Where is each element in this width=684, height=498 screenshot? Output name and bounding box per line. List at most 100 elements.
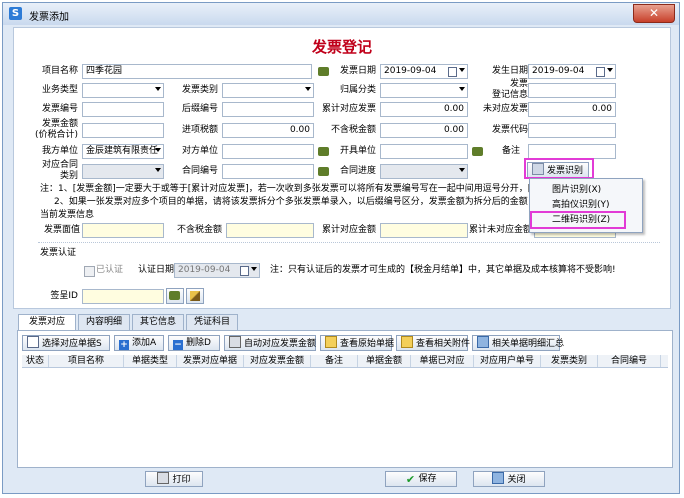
menu-item-scanner-recognize[interactable]: 高拍仪识别(Y) (552, 200, 610, 211)
grid-col-header[interactable]: 状态 (22, 355, 49, 367)
plus-icon: + (119, 340, 129, 350)
sign-id-input[interactable] (82, 289, 164, 304)
sign-id-label: 签呈ID (50, 291, 78, 301)
detail-summary-button[interactable]: 相关单据明细汇总 (472, 335, 564, 351)
issue-date-picker[interactable]: 2019-09-04 (528, 64, 616, 79)
auto-match-button[interactable]: 自动对应发票金额 (224, 335, 316, 351)
folder-icon (325, 336, 337, 348)
contract-no-label: 合同编号 (181, 166, 218, 176)
chevron-down-icon[interactable] (305, 87, 311, 91)
title-bar[interactable]: S 发票添加 ✕ (3, 3, 679, 25)
chevron-down-icon[interactable] (459, 87, 465, 91)
chevron-down-icon[interactable] (155, 148, 161, 152)
flag-icon[interactable] (318, 167, 329, 176)
cert-date-value: 2019-09-04 (178, 265, 231, 275)
chevron-down-icon[interactable] (155, 168, 161, 172)
close-label: 关闭 (507, 475, 526, 485)
view-original-button[interactable]: 查看原始单据 (320, 335, 394, 351)
select-docs-button[interactable]: 选择对应单据S (22, 335, 110, 351)
reg-info-input[interactable] (528, 83, 616, 98)
grid-col-header[interactable]: 发票类别 (541, 355, 598, 367)
amount-label: 发票金额 (价税合计) (34, 119, 78, 140)
save-label: 保存 (418, 474, 437, 484)
menu-item-image-recognize[interactable]: 图片识别(X) (552, 185, 601, 196)
detail-summary-label: 相关单据明细汇总 (492, 339, 565, 349)
contract-progress-select[interactable] (380, 164, 468, 179)
grid-col-header[interactable]: 对应发票金额 (244, 355, 311, 367)
invoice-code-input[interactable] (528, 123, 616, 138)
save-button[interactable]: ✔ 保存 (385, 471, 457, 487)
invoice-category-select[interactable] (222, 83, 314, 98)
grid-col-header[interactable]: 发票对应单据 (177, 355, 244, 367)
belong-category-select[interactable] (380, 83, 468, 98)
flag-icon[interactable] (318, 147, 329, 156)
invoice-category-label: 发票类别 (181, 85, 218, 95)
qrcode-item-highlight (530, 211, 626, 229)
grid-col-header[interactable]: 项目名称 (49, 355, 124, 367)
invoice-add-window: S 发票添加 ✕ 发票登记 项目名称 四季花园 发票日期 2019-09-04 … (2, 2, 680, 494)
invoice-date-value: 2019-09-04 (384, 66, 437, 76)
cum-matched-value: 0.00 (380, 102, 468, 117)
invoice-date-label: 发票日期 (339, 66, 376, 76)
tab-content-detail[interactable]: 内容明细 (78, 314, 130, 330)
face-value-field (82, 223, 164, 238)
amount-input[interactable] (82, 123, 164, 138)
current-info-title: 当前发票信息 (40, 210, 95, 220)
biz-type-select[interactable] (82, 83, 164, 98)
delete-button[interactable]: − 删除D (168, 335, 220, 351)
print-button[interactable]: 打印 (145, 471, 203, 487)
remark-input[interactable] (528, 144, 616, 159)
flag-icon (169, 291, 180, 300)
grid-col-header[interactable]: 合同编号 (598, 355, 661, 367)
invoice-no-input[interactable] (82, 102, 164, 117)
issue-date-label: 发生日期 (491, 66, 528, 76)
counterparty-label: 对方单位 (181, 146, 218, 156)
issue-date-value: 2019-09-04 (532, 66, 585, 76)
view-attachments-button[interactable]: 查看相关附件 (396, 335, 470, 351)
add-button[interactable]: + 添加A (114, 335, 164, 351)
suffix-no-input[interactable] (222, 102, 314, 117)
chevron-down-icon[interactable] (459, 168, 465, 172)
grid-col-header[interactable]: 单据类型 (124, 355, 177, 367)
close-button[interactable]: 关闭 (473, 471, 545, 487)
grid-col-header[interactable]: 对应用户单号 (474, 355, 541, 367)
tab-invoice-match[interactable]: 发票对应 (18, 314, 76, 331)
unmatched-label: 未对应发票 (482, 104, 528, 114)
issuer-input[interactable] (380, 144, 468, 159)
project-name-input[interactable]: 四季花园 (82, 64, 312, 79)
flag-icon[interactable] (318, 67, 329, 76)
sign-edit-button[interactable] (186, 288, 204, 304)
calendar-icon[interactable] (240, 266, 249, 276)
contract-category-select[interactable] (82, 164, 164, 179)
our-unit-label: 我方单位 (41, 146, 78, 156)
flag-icon[interactable] (472, 147, 483, 156)
sign-flag-button[interactable] (166, 288, 184, 304)
cum-matched-label: 累计对应发票 (321, 104, 376, 114)
summary-icon (477, 336, 489, 348)
divider (38, 242, 660, 243)
auto-match-label: 自动对应发票金额 (244, 339, 317, 349)
grid-col-header[interactable]: 备注 (311, 355, 358, 367)
grid-col-header[interactable]: 单据已对应 (411, 355, 474, 367)
certified-checkbox[interactable] (84, 266, 95, 277)
cert-date-label: 认证日期 (137, 265, 174, 275)
current-cum-field (380, 223, 468, 238)
contract-no-input[interactable] (222, 164, 314, 179)
grid-col-header[interactable]: 单据金额 (358, 355, 411, 367)
chevron-down-icon[interactable] (155, 87, 161, 91)
delete-label: 删除D (186, 338, 211, 348)
close-window-button[interactable]: ✕ (633, 4, 675, 23)
calendar-icon[interactable] (596, 67, 605, 77)
input-tax-input[interactable]: 0.00 (222, 123, 314, 138)
invoice-date-picker[interactable]: 2019-09-04 (380, 64, 468, 79)
counterparty-input[interactable] (222, 144, 314, 159)
chevron-down-icon[interactable] (607, 68, 613, 72)
tab-other-info[interactable]: 其它信息 (132, 314, 184, 330)
cert-date-picker[interactable]: 2019-09-04 (174, 263, 260, 278)
calendar-icon[interactable] (448, 67, 457, 77)
our-unit-select[interactable]: 金辰建筑有限责任 (82, 144, 164, 159)
chevron-down-icon[interactable] (459, 68, 465, 72)
tab-voucher-subject[interactable]: 凭证科目 (186, 314, 238, 330)
ex-tax-amount-label: 不含税金额 (330, 125, 376, 135)
chevron-down-icon[interactable] (251, 267, 257, 271)
